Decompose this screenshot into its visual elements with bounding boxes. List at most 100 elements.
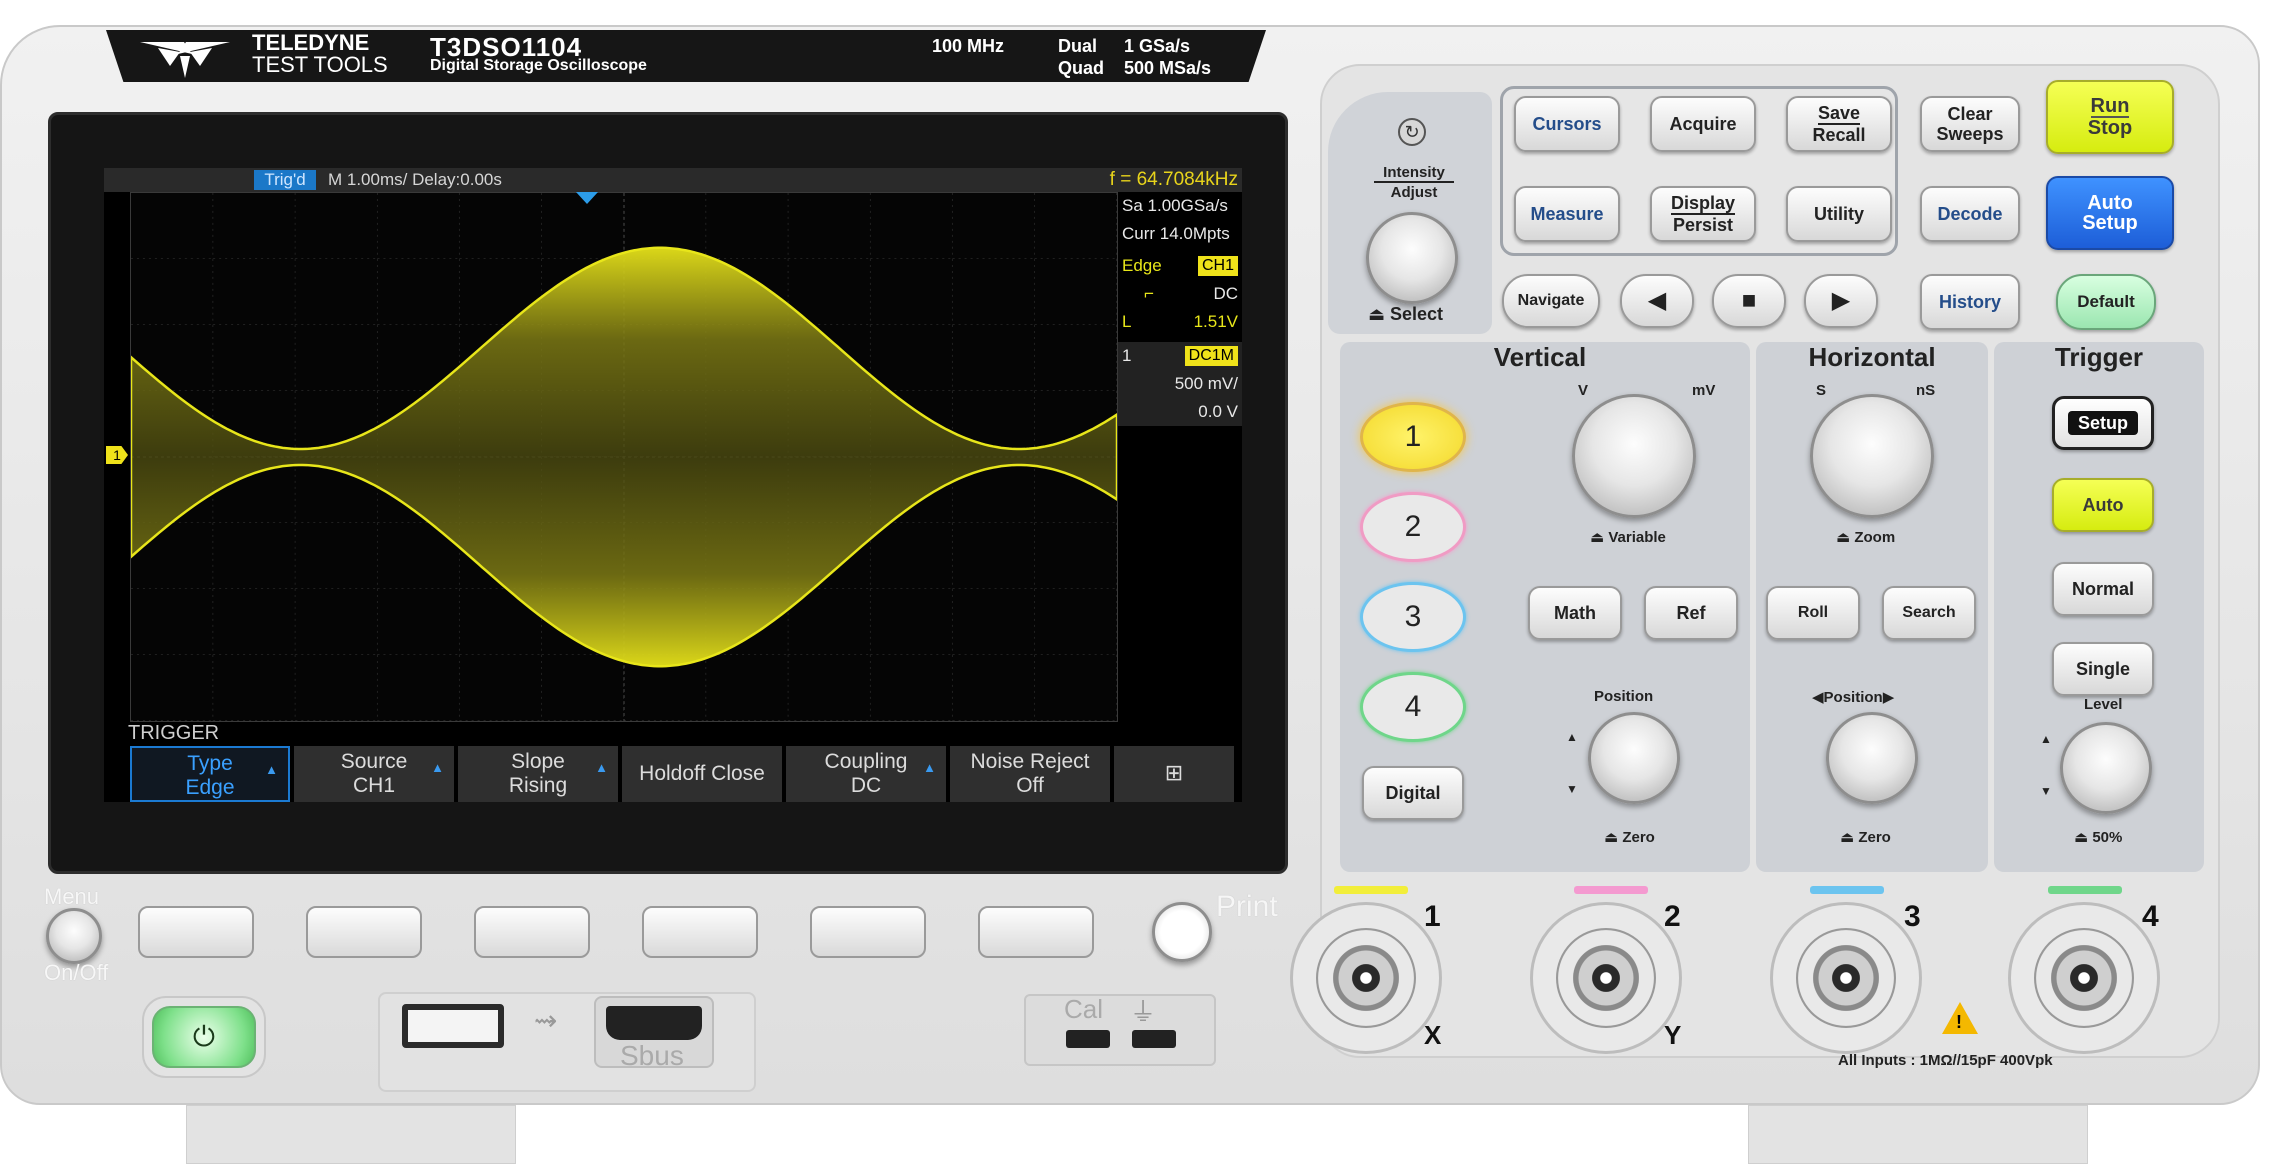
zoom-label: ⏏ Zoom (1836, 528, 1895, 546)
model-description: Digital Storage Oscilloscope (430, 57, 647, 74)
softkey-source[interactable]: Source CH1 ▲ (294, 746, 454, 802)
push-icon: ⏏ (1836, 529, 1855, 546)
trigger-level-label: Level (2084, 696, 2123, 713)
trigger-level-knob[interactable] (2060, 722, 2152, 814)
softkey-noise-reject-top: Noise Reject (970, 750, 1090, 773)
power-button[interactable]: ⏻ (152, 1006, 256, 1068)
recall-label: Recall (1812, 125, 1866, 145)
menu-onoff-button[interactable] (46, 908, 102, 964)
horizontal-position-knob[interactable] (1826, 712, 1918, 804)
search-button[interactable]: Search (1882, 586, 1976, 640)
input3-number: 3 (1904, 900, 1921, 933)
navigate-button[interactable]: Navigate (1502, 274, 1600, 328)
channel-number: 1 (1122, 346, 1132, 365)
usb-host-port[interactable] (402, 1004, 504, 1048)
horizontal-zero-text: Zero (1858, 829, 1891, 846)
history-button[interactable]: History (1920, 274, 2020, 330)
vertical-scale-knob[interactable] (1572, 394, 1696, 518)
seconds-label: S (1816, 382, 1827, 399)
softkey-button-4[interactable] (642, 906, 758, 958)
measure-button[interactable]: Measure (1514, 186, 1620, 242)
persist-label: Persist (1672, 215, 1734, 235)
intensity-adjust-knob[interactable] (1366, 212, 1458, 304)
softkey-type[interactable]: Type Edge ▲ (130, 746, 290, 802)
channel1-bnc-input[interactable] (1316, 928, 1416, 1028)
horizontal-position-label: ◀Position▶ (1812, 688, 1894, 706)
horizontal-title: Horizontal (1808, 342, 1936, 372)
math-button[interactable]: Math (1528, 586, 1622, 640)
menu-label: Menu (44, 884, 100, 909)
cal-label: Cal (1064, 994, 1104, 1024)
softkey-holdoff[interactable]: Holdoff Close (622, 746, 782, 802)
roll-button[interactable]: Roll (1766, 586, 1860, 640)
quad-label: Quad (1058, 58, 1105, 78)
trigger-single-button[interactable]: Single (2052, 642, 2154, 696)
horizontal-scale-knob[interactable] (1810, 394, 1934, 518)
softkey-button-5[interactable] (810, 906, 926, 958)
softkey-button-6[interactable] (978, 906, 1094, 958)
trigger-title: Trigger (2054, 342, 2144, 372)
left-arrow-icon: ◀ (1812, 689, 1824, 706)
channel4-bnc-input[interactable] (2034, 928, 2134, 1028)
down-arrow-icon: ▼ (1566, 782, 1578, 796)
channel3-bnc-input[interactable] (1796, 928, 1896, 1028)
auto-setup-button[interactable]: Auto Setup (2046, 176, 2174, 250)
timebase-readout: M 1.00ms/ Delay:0.00s (328, 170, 502, 189)
softkey-button-2[interactable] (306, 906, 422, 958)
display-persist-button[interactable]: Display Persist (1650, 186, 1756, 242)
channel2-color-bar (1574, 886, 1648, 894)
power-icon: ⏻ (192, 1020, 216, 1052)
default-button[interactable]: Default (2056, 274, 2156, 330)
horizontal-zero-label: ⏏ Zero (1840, 828, 1891, 846)
teledyne-logo-icon (140, 42, 230, 78)
softkey-coupling[interactable]: Coupling DC ▲ (786, 746, 946, 802)
down-arrow-icon: ▼ (2040, 784, 2052, 798)
softkey-noise-reject[interactable]: Noise Reject Off (950, 746, 1110, 802)
ground-terminal[interactable] (1132, 1030, 1176, 1048)
channel1-button[interactable]: 1 (1360, 402, 1466, 472)
navigate-back-button[interactable]: ◀ (1620, 274, 1694, 328)
softkey-slope[interactable]: Slope Rising ▲ (458, 746, 618, 802)
softkey-button-3[interactable] (474, 906, 590, 958)
rising-edge-icon: ⌐ (1144, 284, 1154, 303)
display-label: Display (1670, 193, 1736, 215)
run-stop-button[interactable]: Run Stop (2046, 80, 2174, 154)
print-label: Print (1216, 890, 1278, 923)
bandwidth-spec: 100 MHz (932, 36, 1005, 56)
nanoseconds-label: nS (1916, 382, 1936, 399)
navigate-stop-button[interactable]: ■ (1712, 274, 1786, 328)
cal-terminal[interactable] (1066, 1030, 1110, 1048)
ref-button[interactable]: Ref (1644, 586, 1738, 640)
trigger-setup-label: Setup (2067, 411, 2138, 435)
utility-button[interactable]: Utility (1786, 186, 1892, 242)
channel2-button[interactable]: 2 (1360, 492, 1466, 562)
vertical-position-knob[interactable] (1588, 712, 1680, 804)
trigger-setup-button[interactable]: Setup (2052, 396, 2154, 450)
channel3-color-bar (1810, 886, 1884, 894)
digital-button[interactable]: Digital (1362, 766, 1464, 820)
softkey-button-1[interactable] (138, 906, 254, 958)
channel4-button[interactable]: 4 (1360, 672, 1466, 742)
navigate-forward-button[interactable]: ▶ (1804, 274, 1878, 328)
save-recall-button[interactable]: Save Recall (1786, 96, 1892, 152)
print-button[interactable] (1152, 902, 1212, 962)
sample-rate: Sa 1.00GSa/s (1122, 196, 1228, 215)
right-foot (1748, 1105, 2088, 1164)
network-icon: ⊞ (1164, 760, 1184, 785)
clear-sweeps-button[interactable]: Clear Sweeps (1920, 96, 2020, 152)
channel3-button[interactable]: 3 (1360, 582, 1466, 652)
trigger-normal-button[interactable]: Normal (2052, 562, 2154, 616)
decode-button[interactable]: Decode (1920, 186, 2020, 242)
sbus-port[interactable] (606, 1006, 702, 1040)
channel2-bnc-input[interactable] (1556, 928, 1656, 1028)
arrow-up-icon: ▲ (431, 760, 444, 775)
select-label: ⏏ Select (1368, 304, 1443, 325)
cursors-button[interactable]: Cursors (1514, 96, 1620, 152)
setup-label: Setup (2082, 212, 2138, 234)
fifty-percent-label: ⏏ 50% (2074, 828, 2122, 846)
acquire-button[interactable]: Acquire (1650, 96, 1756, 152)
softkey-network[interactable]: ⊞ (1114, 746, 1234, 802)
memory-depth: Curr 14.0Mpts (1122, 224, 1230, 243)
trigger-auto-button[interactable]: Auto (2052, 478, 2154, 532)
run-label: Run (2090, 95, 2130, 118)
